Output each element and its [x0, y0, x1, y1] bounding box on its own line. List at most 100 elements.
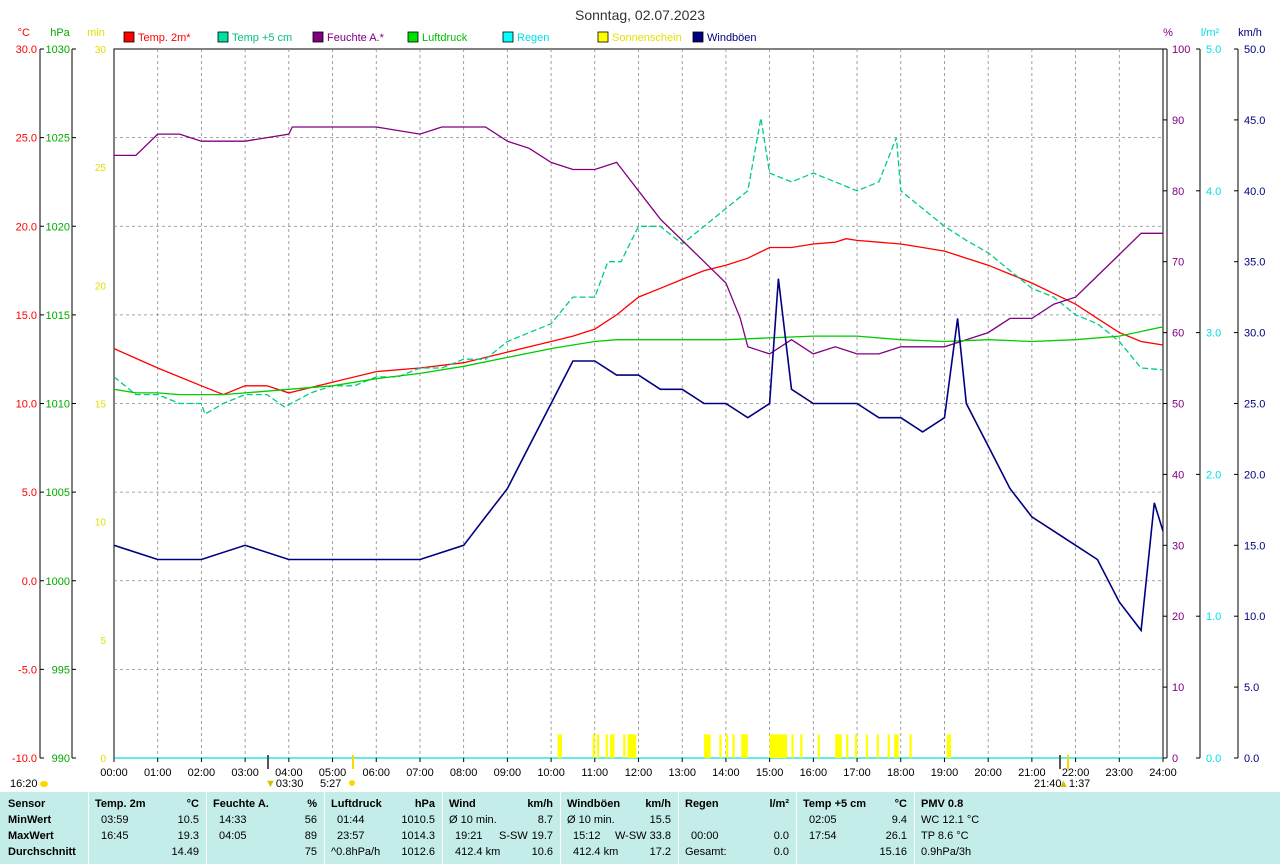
- x-tick-label: 24:00: [1149, 767, 1177, 779]
- sun-tick-label: 10: [95, 518, 107, 529]
- sunshine-bar: [605, 734, 608, 758]
- pressure-unit: hPa: [414, 798, 435, 810]
- temp5-unit: °C: [894, 798, 907, 810]
- wind-tick-label: 45.0: [1244, 115, 1265, 127]
- pmv-pressure-trend: 0.9hPa/3h: [921, 846, 972, 858]
- rain-total-label: Gesamt:: [685, 846, 727, 858]
- legend-label: Feuchte A.*: [327, 32, 385, 44]
- pressure-tick-label: 995: [52, 664, 70, 676]
- wind-distance: 412.4 km: [455, 846, 501, 858]
- humidity-tick-label: 90: [1172, 115, 1184, 127]
- pressure-tick-label: 990: [52, 753, 70, 765]
- sun-tick-label: 20: [95, 281, 107, 292]
- row-label-max: MaxWert: [8, 830, 54, 842]
- gust-header: Windböen: [567, 798, 621, 810]
- gust-unit: km/h: [645, 798, 671, 810]
- x-tick-label: 18:00: [887, 767, 915, 779]
- humidity-min-time: 14:33: [219, 814, 247, 826]
- row-label-avg: Durchschnitt: [8, 846, 76, 858]
- wind-tick-label: 15.0: [1244, 540, 1265, 552]
- gust-avg10-label: Ø 10 min.: [567, 814, 615, 826]
- sunshine-bar: [909, 734, 912, 758]
- legend-swatch: [597, 31, 609, 43]
- wind-max-dir: S-SW: [499, 830, 528, 842]
- temp5-max: 26.1: [885, 830, 907, 842]
- grid: [113, 48, 1164, 759]
- temp5-min: 9.4: [891, 814, 907, 826]
- humidity-unit: %: [307, 798, 317, 810]
- wind-tick-label: 25.0: [1244, 399, 1265, 411]
- x-tick-label: 13:00: [668, 767, 696, 779]
- wind-avg10-label: Ø 10 min.: [449, 814, 497, 826]
- rain-tick-label: 1.0: [1206, 611, 1221, 623]
- temp2m-unit: °C: [186, 798, 199, 810]
- humidity-tick-label: 60: [1172, 328, 1184, 340]
- sunshine-bar: [741, 734, 748, 758]
- rain-unit: l/m²: [769, 798, 789, 810]
- rain-header: Regen: [685, 798, 719, 810]
- sunshine-bar: [854, 734, 858, 758]
- wind-unit: km/h: [527, 798, 553, 810]
- pressure-tick-label: 1020: [46, 221, 70, 233]
- temp5-max-time: 17:54: [809, 830, 837, 842]
- rain-tick-label: 0.0: [1206, 753, 1221, 765]
- legend-swatch: [312, 31, 324, 43]
- sun-icon: [349, 780, 355, 786]
- moonset-time: ▼03:30: [265, 778, 303, 790]
- temp-tick-label: -10.0: [12, 753, 37, 765]
- x-axis: 00:00 01:00 02:00 03:00 04:00 05:00 06:00 07:00…: [100, 758, 1177, 779]
- pmv-dewpoint: TP 8.6 °C: [921, 830, 969, 842]
- sensor-header: Sensor: [8, 798, 46, 810]
- sunshine-bar: [946, 734, 952, 758]
- x-tick-label: 11:00: [581, 767, 608, 779]
- humidity-tick-label: 100: [1172, 44, 1190, 56]
- x-tick-label: 00:00: [100, 767, 128, 779]
- sunshine-bar: [725, 734, 729, 758]
- humidity-tick-label: 80: [1172, 186, 1184, 198]
- gust-distance: 412.4 km: [573, 846, 619, 858]
- moon-icon: [40, 781, 48, 787]
- sun-tick-label: 0: [100, 754, 106, 765]
- pressure-header: Luftdruck: [331, 798, 382, 810]
- humidity-header: Feuchte A.: [213, 798, 269, 810]
- sunshine-bar: [627, 734, 637, 758]
- temp2m-header: Temp. 2m: [95, 798, 146, 810]
- pressure-avg: 1012.6: [401, 846, 435, 858]
- humidity-min: 56: [304, 814, 317, 826]
- x-tick-label: 19:00: [931, 767, 959, 779]
- x-tick-label: 09:00: [494, 767, 522, 779]
- temp-tick-label: 30.0: [16, 44, 37, 56]
- humidity-tick-label: 0: [1172, 753, 1178, 765]
- legend-label: Regen: [517, 32, 549, 44]
- temp-tick-label: 25.0: [16, 133, 37, 145]
- x-tick-label: 17:00: [843, 767, 871, 779]
- sunshine-bar: [887, 734, 890, 758]
- sunshine-bar: [817, 734, 820, 758]
- temp5-min-time: 02:05: [809, 814, 837, 826]
- sun-tick-label: 30: [95, 45, 107, 56]
- sunshine-bar: [894, 734, 899, 758]
- pressure-tick-label: 1000: [46, 576, 70, 588]
- rain-total: 0.0: [773, 846, 789, 858]
- pressure-tick-label: 1025: [46, 133, 70, 145]
- wind-axis-unit: km/h: [1238, 27, 1262, 39]
- pressure-trend: ^0.8hPa/h: [331, 846, 381, 858]
- wind-max-time: 19:21: [455, 830, 483, 842]
- legend-swatch: [502, 31, 514, 43]
- legend-label: Temp. 2m*: [138, 32, 191, 44]
- x-tick-label: 08:00: [450, 767, 478, 779]
- rain-max-time: 00:00: [691, 830, 719, 842]
- x-tick-label: 14:00: [712, 767, 740, 779]
- wind-tick-label: 50.0: [1244, 44, 1265, 56]
- rain-tick-label: 4.0: [1206, 186, 1221, 198]
- sunshine-bar: [769, 734, 788, 758]
- legend-swatch: [692, 31, 704, 43]
- humidity-avg: 75: [304, 846, 317, 858]
- sunshine-bar: [610, 734, 615, 758]
- legend-swatch: [217, 31, 229, 43]
- wind-tick-label: 0.0: [1244, 753, 1259, 765]
- sunshine-bar: [865, 734, 868, 758]
- weather-chart: Sonntag, 02.07.2023 °C hPa min 30.0 25.0 20.0…: [10, 7, 1265, 790]
- pressure-tick-label: 1030: [46, 44, 70, 56]
- sunrise-time: 5:27: [320, 778, 341, 790]
